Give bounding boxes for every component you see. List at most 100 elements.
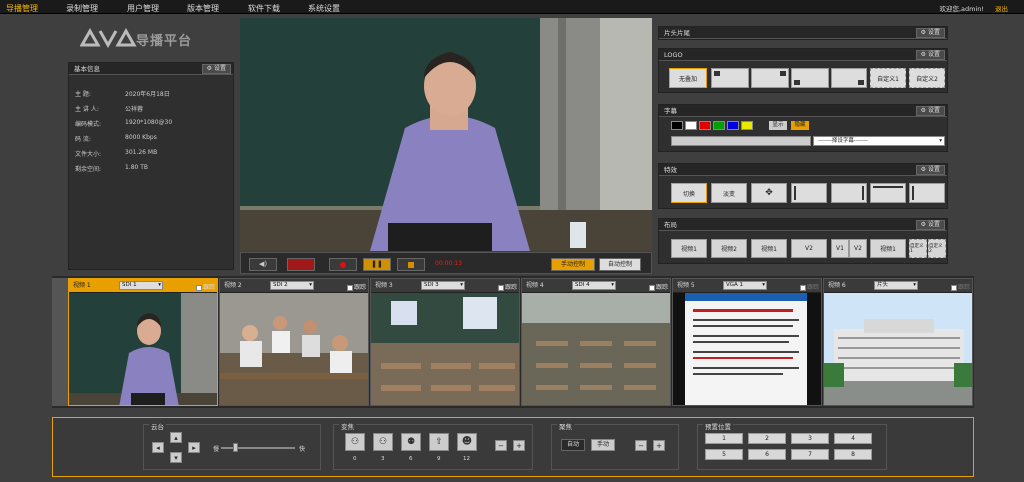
- effect-wipe-bottom-button[interactable]: [909, 183, 945, 203]
- corner-topleft-icon: [714, 71, 720, 76]
- zoom-in-button[interactable]: +: [513, 440, 525, 451]
- logo-custom2-button[interactable]: 自定义2: [909, 68, 945, 88]
- layout-split-v2-button[interactable]: V2: [849, 239, 867, 258]
- nav-item-download[interactable]: 软件下载: [248, 3, 280, 14]
- subtitle-show-button[interactable]: 显示: [769, 121, 787, 130]
- camera-6-preview: [824, 293, 972, 405]
- view-12-button[interactable]: ☻: [457, 433, 477, 451]
- logo-settings-button[interactable]: ⚙ 设置: [915, 50, 945, 60]
- camera-2-preview: [220, 293, 368, 405]
- camera-3-source-select[interactable]: SDI 3 ▾: [421, 281, 465, 290]
- camera-tile-5[interactable]: 视频 5 VGA 1 ▾ 跟踪: [672, 278, 822, 406]
- logo-custom1-button[interactable]: 自定义1: [870, 68, 906, 88]
- layout-grid-button[interactable]: 视频1: [870, 239, 906, 258]
- camera-2-source-select[interactable]: SDI 2 ▾: [270, 281, 314, 290]
- color-swatch-5[interactable]: [727, 121, 739, 130]
- focus-minus-button[interactable]: −: [635, 440, 647, 451]
- preset-4-button[interactable]: 4: [834, 433, 872, 444]
- color-swatch-2[interactable]: [685, 121, 697, 130]
- record-icon: [340, 262, 346, 268]
- info-settings-button[interactable]: ⚙ 设置: [201, 64, 231, 74]
- pan-up-button[interactable]: ▴: [170, 432, 182, 443]
- pan-down-button[interactable]: ▾: [170, 452, 182, 463]
- layout-single-button[interactable]: 视频1: [671, 239, 707, 258]
- preset-1-button[interactable]: 1: [705, 433, 743, 444]
- camera-6-source-select[interactable]: 片头 ▾: [874, 281, 918, 290]
- volume-button[interactable]: ◀): [249, 258, 277, 271]
- effect-fade-button[interactable]: 淡变: [711, 183, 747, 203]
- record-button[interactable]: [329, 258, 357, 271]
- corner-bottomleft-icon: [794, 80, 800, 85]
- minus-icon: −: [498, 441, 504, 450]
- color-swatch-6[interactable]: [741, 121, 753, 130]
- view-6-button[interactable]: ⚉: [401, 433, 421, 451]
- pan-right-button[interactable]: ▸: [188, 442, 200, 453]
- auto-control-button[interactable]: 自动控制: [599, 258, 641, 271]
- preset-6-button[interactable]: 6: [748, 449, 786, 460]
- camera-5-source-select[interactable]: VGA 1 ▾: [723, 281, 767, 290]
- logo-bottomleft-button[interactable]: [791, 68, 829, 88]
- zoom-out-button[interactable]: −: [495, 440, 507, 451]
- nav-item-version[interactable]: 版本管理: [187, 3, 219, 14]
- nav-item-settings[interactable]: 系统设置: [308, 3, 340, 14]
- layout-custom2-button[interactable]: 自定义2: [928, 239, 946, 258]
- mute-button[interactable]: [287, 258, 315, 271]
- focus-manual-button[interactable]: 手动: [591, 439, 615, 451]
- effects-settings-button[interactable]: ⚙ 设置: [915, 165, 945, 175]
- layout-custom1-button[interactable]: 自定义1: [909, 239, 927, 258]
- subtitle-input[interactable]: [671, 136, 811, 146]
- color-swatch-1[interactable]: [671, 121, 683, 130]
- layout-v2-button[interactable]: V2: [791, 239, 827, 258]
- layout-split-v1-button[interactable]: V1: [831, 239, 849, 258]
- preset-8-button[interactable]: 8: [834, 449, 872, 460]
- color-swatch-3[interactable]: [699, 121, 711, 130]
- preset-7-button[interactable]: 7: [791, 449, 829, 460]
- camera-tile-3[interactable]: 视频 3 SDI 3 ▾ 跟踪: [370, 278, 520, 406]
- logo-topright-button[interactable]: [751, 68, 789, 88]
- camera-strip-scroll-handle[interactable]: [52, 278, 68, 406]
- arrow-down-icon: ▾: [174, 453, 178, 462]
- pan-left-button[interactable]: ◂: [152, 442, 164, 453]
- effect-cut-button[interactable]: 切换: [671, 183, 707, 203]
- subtitle-settings-button[interactable]: ⚙ 设置: [915, 106, 945, 116]
- layout-pip-button[interactable]: 视频2: [711, 239, 747, 258]
- preset-5-button[interactable]: 5: [705, 449, 743, 460]
- speed-slider-handle[interactable]: [233, 443, 238, 452]
- nav-item-director[interactable]: 导播管理: [6, 3, 38, 14]
- subtitle-hide-button[interactable]: 隐藏: [791, 121, 809, 130]
- color-swatch-4[interactable]: [713, 121, 725, 130]
- logo-topleft-button[interactable]: [711, 68, 749, 88]
- preset-2-button[interactable]: 2: [748, 433, 786, 444]
- effect-wipe-top-button[interactable]: [870, 183, 906, 203]
- info-label-speaker: 主 讲 人:: [75, 106, 99, 113]
- logo-bottomright-button[interactable]: [831, 68, 867, 88]
- focus-plus-button[interactable]: +: [653, 440, 665, 451]
- pause-button[interactable]: ❚❚: [363, 258, 391, 271]
- camera-tile-6[interactable]: 视频 6 片头 ▾ 跟踪: [823, 278, 973, 406]
- stop-button[interactable]: [397, 258, 425, 271]
- view-0-button[interactable]: ⚇: [345, 433, 365, 451]
- zoom-label: 变焦: [339, 421, 356, 431]
- logout-link[interactable]: 退出: [995, 3, 1008, 13]
- camera-1-name: 视频 1: [73, 282, 91, 289]
- nav-item-users[interactable]: 用户管理: [127, 3, 159, 14]
- view-3-button[interactable]: ⚇: [373, 433, 393, 451]
- camera-tile-4[interactable]: 视频 4 SDI 4 ▾ 跟踪: [521, 278, 671, 406]
- effect-expand-button[interactable]: ✥: [751, 183, 787, 203]
- preset-3-button[interactable]: 3: [791, 433, 829, 444]
- view-9-button[interactable]: ⇧: [429, 433, 449, 451]
- logo-none-button[interactable]: 无叠加: [669, 68, 707, 88]
- manual-control-button[interactable]: 手动控制: [551, 258, 595, 271]
- effect-wipe-left-button[interactable]: [791, 183, 827, 203]
- subtitle-select[interactable]: -------择设字幕------- ▾: [813, 136, 945, 146]
- layout-settings-button[interactable]: ⚙ 设置: [915, 220, 945, 230]
- camera-4-source-select[interactable]: SDI 4 ▾: [572, 281, 616, 290]
- clip-settings-button[interactable]: ⚙ 设置: [915, 28, 945, 38]
- camera-1-source-select[interactable]: SDI 1 ▾: [119, 281, 163, 290]
- layout-pip2-button[interactable]: 视频1: [751, 239, 787, 258]
- nav-item-recording[interactable]: 录制管理: [66, 3, 98, 14]
- camera-tile-1[interactable]: 视频 1 SDI 1 ▾ 跟踪: [68, 278, 218, 406]
- effect-wipe-right-button[interactable]: [831, 183, 867, 203]
- focus-auto-button[interactable]: 自动: [561, 439, 585, 451]
- camera-tile-2[interactable]: 视频 2 SDI 2 ▾ 跟踪: [219, 278, 369, 406]
